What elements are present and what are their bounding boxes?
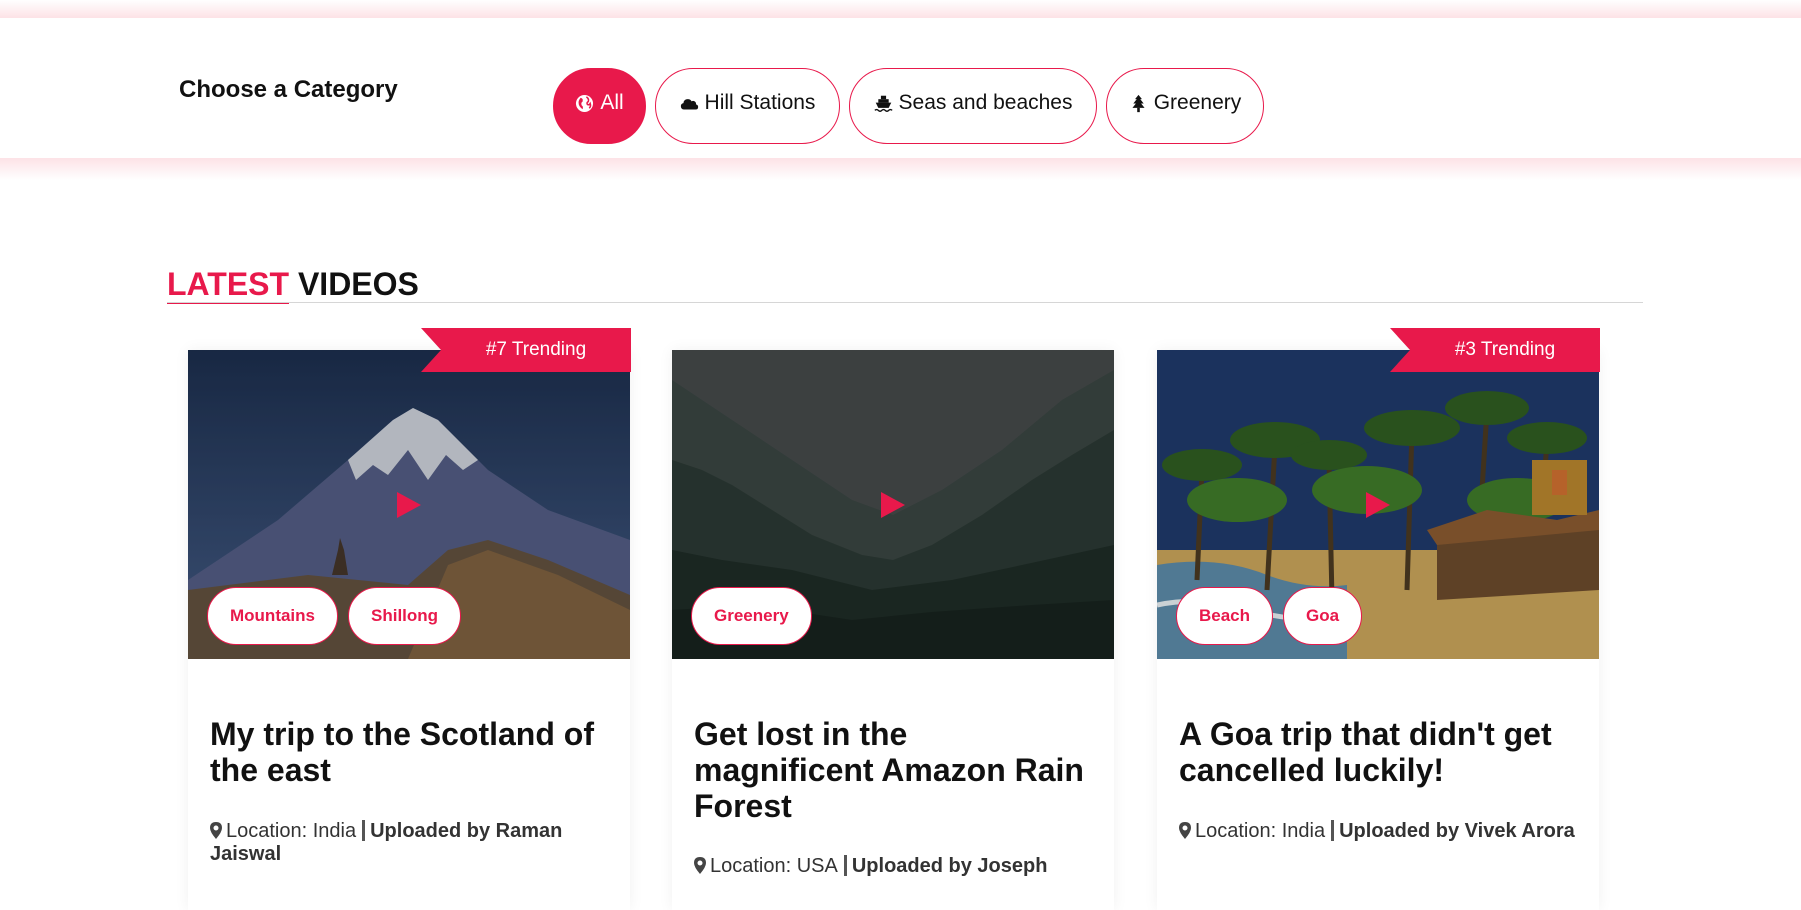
header-bottom-edge <box>0 0 1801 18</box>
meta-separator <box>1331 820 1335 841</box>
video-card[interactable]: Mountains Shillong My trip to the Scotla… <box>188 350 630 910</box>
tag-chip[interactable]: Beach <box>1176 587 1274 645</box>
trending-ribbon: #7 Trending <box>421 328 631 372</box>
tag-list: Greenery <box>691 587 812 645</box>
video-thumbnail[interactable]: Mountains Shillong <box>188 350 630 659</box>
globe-icon <box>576 94 594 112</box>
section-title-rest: VIDEOS <box>297 266 419 302</box>
play-icon[interactable] <box>396 491 422 519</box>
play-icon[interactable] <box>1365 491 1391 519</box>
video-meta: Location: India Uploaded by Vivek Arora <box>1179 820 1579 843</box>
category-button-greenery[interactable]: Greenery <box>1106 68 1264 144</box>
tag-chip[interactable]: Shillong <box>348 587 462 645</box>
play-icon[interactable] <box>880 491 906 519</box>
map-pin-icon <box>210 822 222 839</box>
video-meta: Location: India Uploaded by Raman Jaiswal <box>210 820 610 866</box>
video-title[interactable]: A Goa trip that didn't get cancelled luc… <box>1179 716 1579 788</box>
category-label: Choose a Category <box>179 76 398 103</box>
category-button-label: All <box>600 91 624 114</box>
map-pin-icon <box>1179 822 1191 839</box>
category-button-all[interactable]: All <box>553 68 646 144</box>
video-uploader: Uploaded by Vivek Arora <box>1339 820 1575 842</box>
tag-chip[interactable]: Goa <box>1283 587 1363 645</box>
category-button-label: Greenery <box>1153 91 1242 114</box>
tag-chip[interactable]: Mountains <box>207 587 338 645</box>
section-divider <box>167 302 1643 303</box>
tag-list: Beach Goa <box>1176 587 1363 645</box>
video-title[interactable]: Get lost in the magnificent Amazon Rain … <box>694 716 1094 824</box>
video-thumbnail[interactable]: Greenery <box>672 350 1114 659</box>
trending-ribbon: #3 Trending <box>1390 328 1600 372</box>
category-button-hill-stations[interactable]: Hill Stations <box>655 68 840 144</box>
meta-separator <box>362 820 366 841</box>
video-meta: Location: USA Uploaded by Joseph <box>694 855 1094 878</box>
video-title[interactable]: My trip to the Scotland of the east <box>210 716 610 788</box>
video-uploader: Uploaded by Joseph <box>851 855 1048 877</box>
ship-icon <box>873 95 893 112</box>
video-card[interactable]: Greenery Get lost in the magnificent Ama… <box>672 350 1114 910</box>
video-location: Location: USA <box>710 855 838 877</box>
section-title: LATEST VIDEOS <box>167 266 419 304</box>
video-thumbnail[interactable]: Beach Goa <box>1157 350 1599 659</box>
tree-icon <box>1132 94 1145 112</box>
category-button-label: Hill Stations <box>704 91 816 114</box>
tag-list: Mountains Shillong <box>207 587 462 645</box>
category-button-seas-and-beaches[interactable]: Seas and beaches <box>849 68 1097 144</box>
section-title-accent: LATEST <box>167 266 290 304</box>
cloud-icon <box>680 98 698 110</box>
video-location: Location: India <box>226 820 357 842</box>
tag-chip[interactable]: Greenery <box>691 587 812 645</box>
category-bar: Choose a Category All Hill Stations Seas… <box>0 18 1801 158</box>
category-bar-shadow <box>0 158 1801 180</box>
video-card[interactable]: Beach Goa A Goa trip that didn't get can… <box>1157 350 1599 910</box>
category-button-label: Seas and beaches <box>898 91 1073 114</box>
video-location: Location: India <box>1195 820 1326 842</box>
